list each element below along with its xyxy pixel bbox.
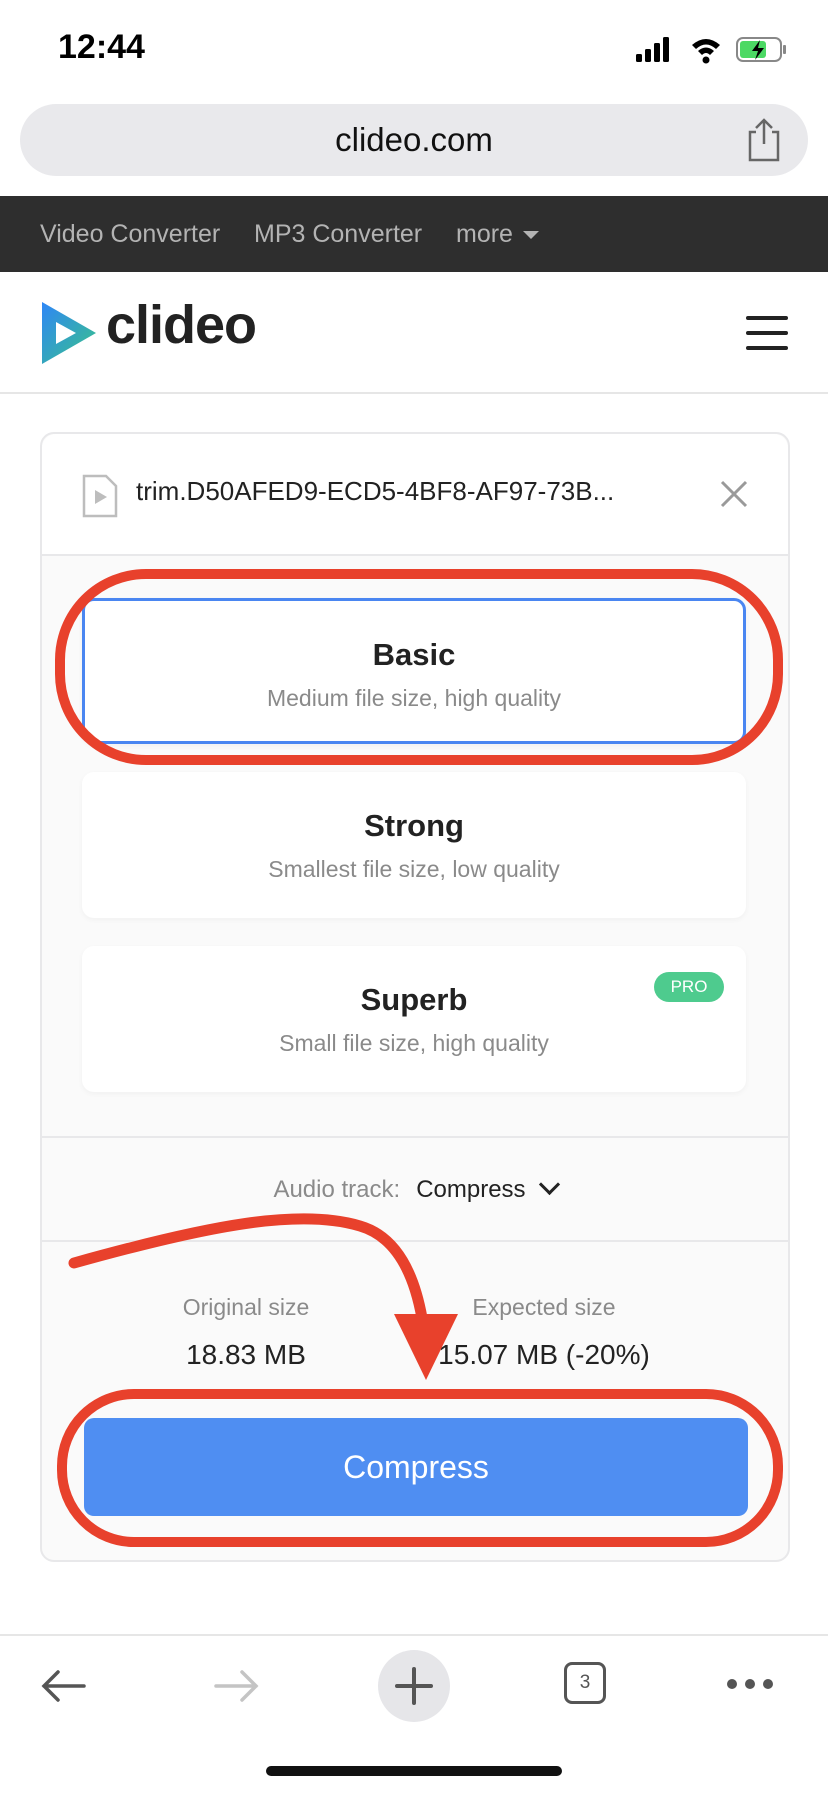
option-title: Basic	[372, 637, 456, 672]
status-time: 12:44	[58, 28, 145, 66]
audio-track-select[interactable]: Compress	[416, 1176, 525, 1203]
battery-icon	[736, 37, 786, 62]
original-size-label: Original size	[182, 1294, 310, 1320]
divider	[42, 1136, 788, 1138]
clideo-logo-icon[interactable]	[38, 300, 98, 366]
url-text[interactable]: clideo.com	[20, 104, 808, 176]
expected-size-label: Expected size	[472, 1294, 616, 1320]
compress-button[interactable]: Compress	[84, 1418, 748, 1516]
brand-name[interactable]: clideo	[106, 294, 257, 356]
new-tab-button[interactable]	[378, 1650, 450, 1722]
address-bar[interactable]: clideo.com	[20, 104, 808, 176]
close-icon[interactable]	[718, 478, 750, 510]
video-file-icon	[82, 474, 118, 518]
compress-card: trim.D50AFED9-ECD5-4BF8-AF97-73B... Basi…	[40, 432, 790, 1562]
option-strong[interactable]: Strong Smallest file size, low quality	[82, 772, 746, 918]
nav-mp3-converter[interactable]: MP3 Converter	[254, 196, 422, 272]
audio-track-label: Audio track:	[273, 1176, 401, 1203]
back-icon[interactable]	[38, 1664, 88, 1708]
audio-track-row[interactable]: Audio track: Compress	[42, 1173, 788, 1204]
status-icons	[636, 37, 786, 64]
plus-icon	[395, 1667, 433, 1705]
option-title: Strong	[364, 808, 464, 843]
option-subtitle: Smallest file size, low quality	[268, 856, 560, 882]
file-name: trim.D50AFED9-ECD5-4BF8-AF97-73B...	[136, 476, 615, 506]
tab-count-button[interactable]: 3	[564, 1662, 606, 1704]
expected-size-value: 15.07 MB (-20%)	[438, 1339, 650, 1370]
divider	[42, 1240, 788, 1242]
signal-icon	[636, 37, 669, 62]
option-subtitle: Small file size, high quality	[279, 1030, 549, 1056]
chevron-down-icon[interactable]	[538, 1173, 560, 1196]
option-superb[interactable]: Superb Small file size, high quality PRO	[82, 946, 746, 1092]
wifi-icon	[692, 39, 720, 64]
pro-badge: PRO	[654, 972, 724, 1002]
forward-icon[interactable]	[212, 1664, 262, 1708]
option-title: Superb	[360, 982, 468, 1017]
nav-video-converter[interactable]: Video Converter	[40, 196, 220, 272]
nav-more-label: more	[456, 220, 513, 248]
top-nav: Video Converter MP3 Converter more	[0, 196, 828, 272]
home-indicator	[266, 1766, 562, 1776]
option-subtitle: Medium file size, high quality	[266, 685, 562, 711]
menu-icon[interactable]	[746, 316, 788, 350]
expected-size: Expected size 15.07 MB (-20%)	[394, 1294, 694, 1371]
option-basic[interactable]: Basic Medium file size, high quality	[82, 598, 746, 744]
original-size: Original size 18.83 MB	[96, 1294, 396, 1371]
share-icon[interactable]	[744, 118, 784, 162]
file-row: trim.D50AFED9-ECD5-4BF8-AF97-73B...	[42, 434, 788, 556]
caret-down-icon	[522, 231, 539, 240]
more-options-icon[interactable]	[724, 1674, 776, 1694]
site-header: clideo	[0, 272, 828, 394]
nav-more[interactable]: more	[456, 196, 539, 272]
original-size-value: 18.83 MB	[186, 1339, 306, 1370]
